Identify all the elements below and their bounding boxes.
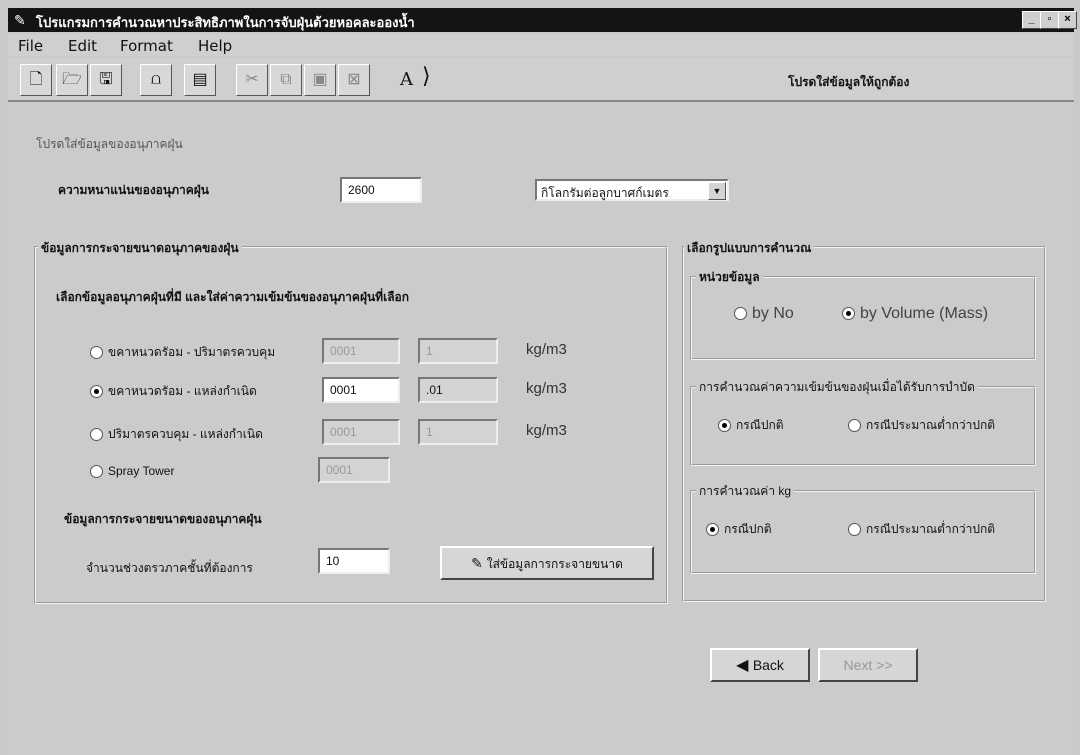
menu-file[interactable]: File: [18, 37, 43, 55]
save-icon[interactable]: 🖫: [90, 64, 122, 96]
option-1-value1[interactable]: 0001: [322, 338, 400, 364]
by-volume-option[interactable]: by Volume (Mass): [842, 305, 988, 323]
chevron-down-icon[interactable]: ▼: [708, 182, 726, 200]
app-icon: ✎: [14, 12, 26, 28]
menu-help[interactable]: Help: [198, 37, 232, 55]
interval-count-input[interactable]: 10: [318, 548, 390, 574]
radio-button[interactable]: [90, 385, 103, 399]
radio-button[interactable]: [842, 307, 855, 321]
by-no-option[interactable]: by No: [734, 305, 794, 323]
next-button[interactable]: Next >>: [818, 648, 918, 682]
arrow-left-icon: ◀: [736, 657, 753, 674]
option-3-value2[interactable]: 1: [418, 419, 498, 445]
new-file-icon[interactable]: 🗋: [20, 64, 52, 96]
conc-low-option[interactable]: กรณีประมาณต่ำกว่าปกติ: [848, 416, 995, 435]
radio-button[interactable]: [848, 523, 861, 537]
option-2-unit: kg/m3: [526, 380, 567, 397]
kg-normal-option[interactable]: กรณีปกติ: [706, 520, 772, 539]
radio-button[interactable]: [848, 419, 861, 433]
option-1-unit: kg/m3: [526, 341, 567, 358]
menu-bar: File Edit Format Help: [8, 34, 1074, 56]
density-unit-select[interactable]: กิโลกรัมต่อลูกบาศก์เมตร ▼: [535, 179, 729, 201]
option-4-value1[interactable]: 0001: [318, 457, 390, 483]
open-folder-icon[interactable]: 🗁: [56, 64, 88, 96]
title-bar: ✎ โปรแกรมการคำนวณหาประสิทธิภาพในการจับฝุ…: [8, 8, 1077, 32]
density-unit-value: กิโลกรัมต่อลูกบาศก์เมตร: [541, 186, 669, 200]
option-2-value1[interactable]: 0001: [322, 377, 400, 403]
toolbar: 🗋 🗁 🖫 ⩍ ▤ ✂ ⧉ ▣ ⊠ A ⟩ โปรดใส่ข้อมูลให้ถู…: [8, 58, 1074, 102]
close-button[interactable]: ×: [1058, 11, 1077, 29]
enter-distribution-button[interactable]: ✎ ใส่ข้อมูลการกระจายขนาด: [440, 546, 654, 580]
text-tool-icon[interactable]: A: [400, 69, 413, 90]
distribution-option-2[interactable]: ขคาหนวดรัอม - แหล่งกำเนิด: [90, 382, 257, 401]
kg-low-option[interactable]: กรณีประมาณต่ำกว่าปกติ: [848, 520, 995, 539]
radio-button[interactable]: [90, 465, 103, 479]
chart-icon[interactable]: ⩍: [140, 64, 172, 96]
curve-tool-icon[interactable]: ⟩: [422, 64, 431, 89]
option-3-value1[interactable]: 0001: [322, 419, 400, 445]
minimize-button[interactable]: _: [1022, 11, 1041, 29]
copy-icon[interactable]: ⧉: [270, 64, 302, 96]
header-label: โปรดใส่ข้อมูลของอนุภาคฝุ่น: [36, 137, 183, 151]
density-label: ความหนาแน่นของอนุภาคฝุ่น: [58, 183, 209, 197]
radio-button[interactable]: [734, 307, 747, 321]
distribution-sub-label: ข้อมูลการกระจายขนาดของอนุภาคฝุ่น: [64, 512, 262, 526]
distribution-option-1[interactable]: ขคาหนวดรัอม - ปริมาตรควบคุม: [90, 343, 275, 362]
conc-normal-option[interactable]: กรณีปกติ: [718, 416, 784, 435]
radio-button[interactable]: [90, 346, 103, 360]
back-button[interactable]: ◀ Back: [710, 648, 810, 682]
status-message: โปรดใส่ข้อมูลให้ถูกต้อง: [788, 75, 910, 89]
edit-icon: ✎: [471, 555, 487, 571]
window-title: โปรแกรมการคำนวณหาประสิทธิภาพในการจับฝุ่น…: [36, 15, 415, 30]
density-input[interactable]: 2600: [340, 177, 422, 203]
menu-edit[interactable]: Edit: [68, 37, 97, 55]
maximize-button[interactable]: ▫: [1040, 11, 1059, 29]
paste-icon[interactable]: ▣: [304, 64, 336, 96]
option-3-unit: kg/m3: [526, 422, 567, 439]
paste-special-icon[interactable]: ⊠: [338, 64, 370, 96]
print-icon[interactable]: ▤: [184, 64, 216, 96]
radio-button[interactable]: [718, 419, 731, 433]
distribution-instruction: เลือกข้อมูลอนุภาคฝุ่นที่มี และใส่ค่าความ…: [56, 290, 410, 304]
conc-legend: การคำนวณค่าความเข้มข้นของฝุ่นเมื่อได้รับ…: [696, 378, 978, 397]
kg-legend: การคำนวณค่า kg: [696, 482, 795, 501]
radio-button[interactable]: [90, 428, 103, 442]
cut-icon[interactable]: ✂: [236, 64, 268, 96]
method-legend: เลือกรูปแบบการคำนวณ: [684, 239, 815, 258]
distribution-legend: ข้อมูลการกระจายขนาดอนุภาคของฝุ่น: [38, 239, 242, 258]
radio-button[interactable]: [706, 523, 719, 537]
interval-count-label: จำนวนช่วงตรวภาคชั้นที่ต้องการ: [86, 561, 253, 575]
distribution-option-4[interactable]: Spray Tower: [90, 464, 174, 479]
menu-format[interactable]: Format: [120, 37, 173, 55]
option-1-value2[interactable]: 1: [418, 338, 498, 364]
distribution-option-3[interactable]: ปริมาตรควบคุม - แหล่งกำเนิด: [90, 425, 263, 444]
option-2-value2[interactable]: .01: [418, 377, 498, 403]
unit-legend: หน่วยข้อมูล: [696, 268, 763, 287]
